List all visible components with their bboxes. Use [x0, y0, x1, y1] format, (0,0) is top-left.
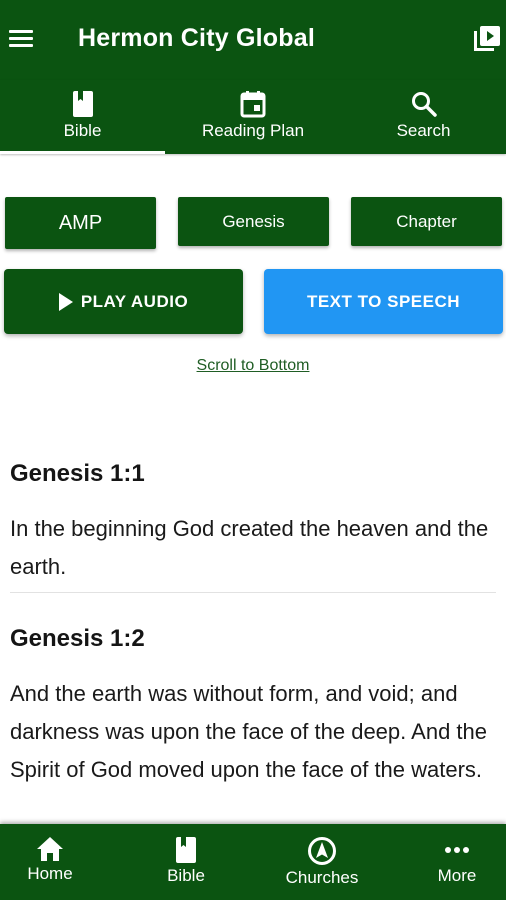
- tab-bible-label: Bible: [63, 121, 102, 140]
- book-selector-button[interactable]: Genesis: [178, 197, 329, 246]
- nav-churches-label: Churches: [285, 868, 359, 887]
- play-audio-label: PLAY AUDIO: [80, 291, 189, 311]
- verse-text: And the earth was without form, and void…: [10, 681, 488, 782]
- play-icon: [58, 292, 73, 311]
- book-icon: [176, 837, 196, 863]
- app-bar: Hermon City Global: [0, 0, 506, 80]
- verse-text: In the beginning God created the heaven …: [10, 516, 489, 579]
- text-to-speech-button[interactable]: TEXT TO SPEECH: [264, 269, 503, 334]
- menu-icon[interactable]: [6, 24, 36, 54]
- tab-reading-plan[interactable]: Reading Plan: [165, 80, 341, 154]
- tab-reading-plan-label: Reading Plan: [201, 121, 305, 140]
- video-library-icon[interactable]: [472, 24, 502, 54]
- text-to-speech-label: TEXT TO SPEECH: [306, 291, 461, 311]
- tab-bible[interactable]: Bible: [0, 80, 165, 154]
- nav-bible[interactable]: Bible: [136, 824, 236, 900]
- app-title: Hermon City Global: [78, 24, 315, 52]
- active-tab-indicator: [0, 151, 165, 154]
- chapter-selector-button[interactable]: Chapter: [351, 197, 502, 246]
- verse-divider: [10, 592, 496, 593]
- tab-search[interactable]: Search: [341, 80, 506, 154]
- compass-icon: [308, 837, 336, 865]
- verse-list[interactable]: Genesis 1:1 In the beginning God created…: [0, 440, 506, 824]
- nav-more-label: More: [437, 866, 477, 885]
- tab-search-label: Search: [396, 121, 451, 140]
- version-selector-button[interactable]: AMP: [5, 197, 156, 249]
- bottom-navigation: Home Bible Churches More: [0, 824, 506, 900]
- verse-reference: Genesis 1:2: [10, 625, 145, 652]
- book-icon: [72, 91, 93, 117]
- nav-bible-label: Bible: [167, 866, 205, 885]
- top-tab-bar: Bible Reading Plan Search: [0, 80, 506, 154]
- more-dots-icon: [445, 847, 469, 853]
- verse-reference: Genesis 1:1: [10, 460, 145, 487]
- calendar-icon: [240, 91, 266, 118]
- nav-home-label: Home: [27, 864, 73, 883]
- verse-item: Genesis 1:1 In the beginning God created…: [0, 460, 506, 592]
- nav-churches[interactable]: Churches: [262, 824, 382, 900]
- home-icon: [37, 837, 63, 861]
- play-audio-button[interactable]: PLAY AUDIO: [4, 269, 243, 334]
- verse-item: Genesis 1:2 And the earth was without fo…: [0, 625, 506, 795]
- scroll-to-bottom-link[interactable]: Scroll to Bottom: [0, 357, 506, 375]
- nav-more[interactable]: More: [408, 824, 506, 900]
- search-icon: [411, 92, 437, 117]
- nav-home[interactable]: Home: [0, 824, 100, 900]
